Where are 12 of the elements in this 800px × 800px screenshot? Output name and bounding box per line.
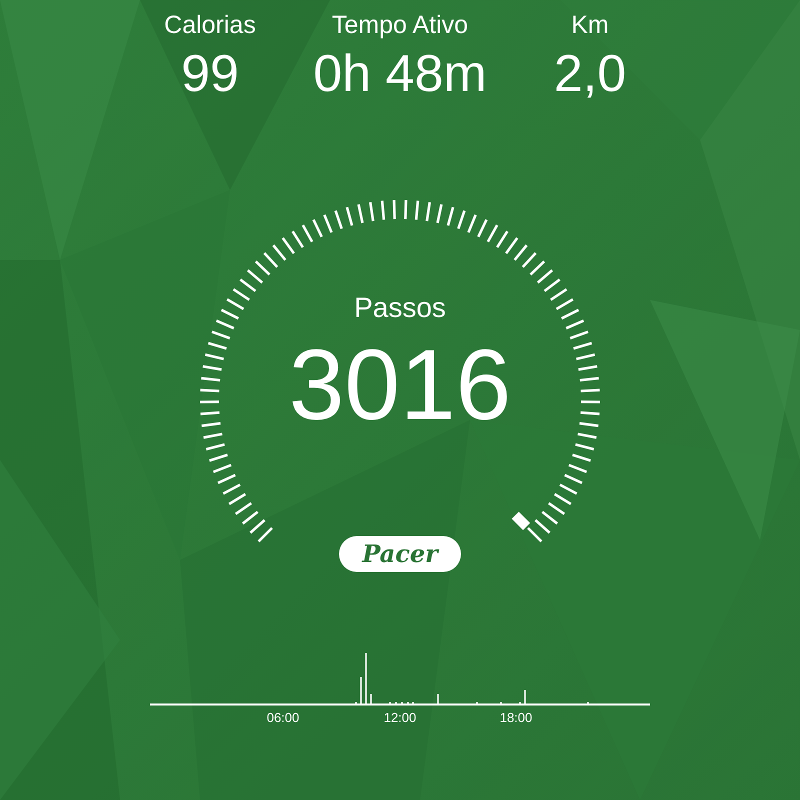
stat-label: Calorias <box>164 10 256 40</box>
stat-value: 2,0 <box>554 44 626 104</box>
time-label: 06:00 <box>266 710 300 726</box>
stat-label: Km <box>571 10 609 40</box>
stat-label: Tempo Ativo <box>332 10 468 40</box>
stat-value: 0h 48m <box>313 44 487 104</box>
time-label: 18:00 <box>498 710 534 726</box>
app-logo: Pacer <box>362 539 438 569</box>
steps-label: Passos <box>354 291 446 325</box>
steps-count: 3016 <box>288 330 512 440</box>
stat-value: 99 <box>181 44 239 104</box>
time-label: 12:00 <box>382 710 418 726</box>
